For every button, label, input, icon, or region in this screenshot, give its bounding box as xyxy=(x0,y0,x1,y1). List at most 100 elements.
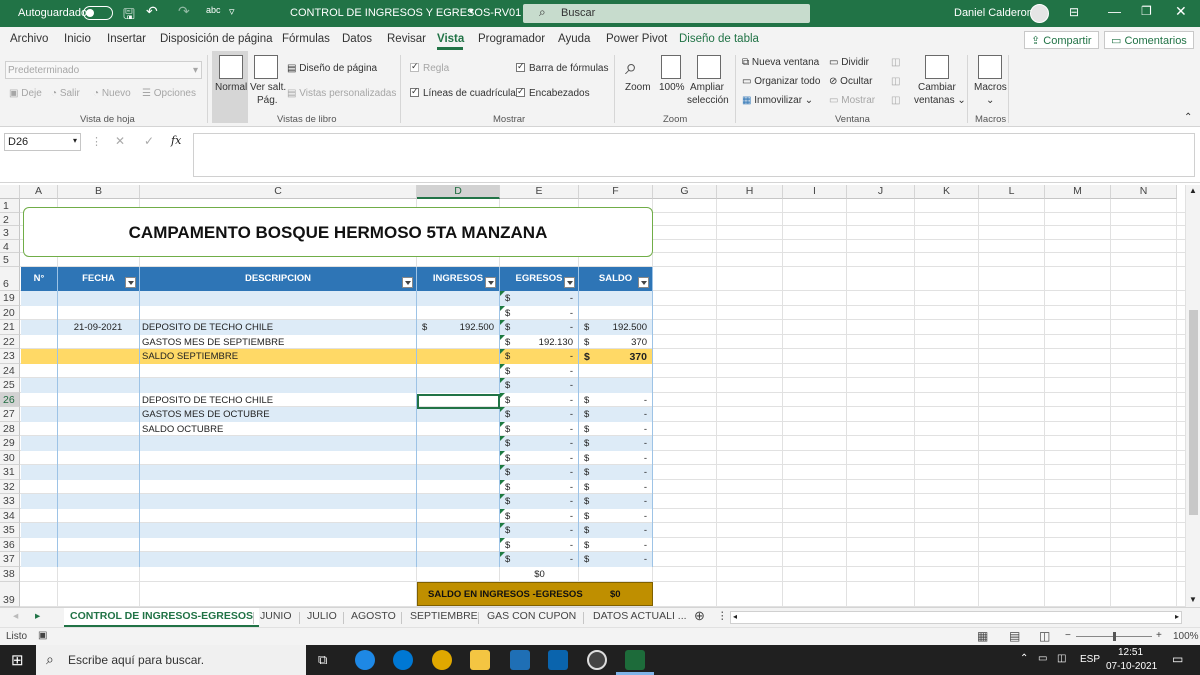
cell-ing[interactable] xyxy=(417,305,500,320)
cell-desc[interactable] xyxy=(140,465,417,480)
row-header-27[interactable]: 27 xyxy=(0,407,20,422)
row-header-3[interactable]: 3 xyxy=(0,226,20,240)
minimize-icon[interactable]: — xyxy=(1108,4,1121,19)
column-header-j[interactable]: J xyxy=(847,185,915,199)
scroll-left-icon[interactable]: ◂ xyxy=(733,612,737,621)
cell-fecha[interactable] xyxy=(58,494,140,509)
header-ingresos[interactable]: INGRESOS xyxy=(417,267,500,291)
clock-time[interactable]: 12:51 xyxy=(1118,647,1143,658)
cell-sal[interactable] xyxy=(579,363,653,378)
scroll-up-icon[interactable]: ▲ xyxy=(1189,186,1197,195)
new-view-button[interactable]: ◔ Nuevo xyxy=(93,88,131,99)
cell-desc[interactable] xyxy=(140,494,417,509)
cell-fecha[interactable] xyxy=(58,436,140,451)
cell-eg[interactable]: $ - xyxy=(500,465,579,480)
app-icon-1[interactable] xyxy=(355,650,375,670)
row-header-21[interactable]: 21 xyxy=(0,320,20,335)
cell-no[interactable] xyxy=(21,508,58,523)
tab-scroll-left-icon[interactable]: ◂ xyxy=(13,610,18,622)
restore-icon[interactable]: ❐ xyxy=(1141,4,1152,18)
column-header-c[interactable]: C xyxy=(140,185,417,199)
vertical-scrollbar[interactable]: ▲ ▼ xyxy=(1185,185,1200,607)
save-icon[interactable]: 🖫 xyxy=(123,4,135,28)
total-egresos-cell[interactable]: $0 xyxy=(500,568,579,582)
row-header-25[interactable]: 25 xyxy=(0,378,20,393)
cell-no[interactable] xyxy=(21,334,58,349)
cell-sal[interactable]: $ - xyxy=(579,508,653,523)
cell-sal[interactable] xyxy=(579,291,653,306)
cell-eg[interactable]: $ - xyxy=(500,392,579,407)
cell-eg[interactable]: $ - xyxy=(500,320,579,335)
column-header-d[interactable]: D xyxy=(417,185,500,199)
title-dropdown-icon[interactable]: ▾ xyxy=(469,6,474,17)
page-layout-status-icon[interactable]: ▤ xyxy=(1009,629,1020,643)
horizontal-scrollbar[interactable]: ◂ ▸ xyxy=(730,611,1182,624)
chevron-down-icon[interactable]: ⌄ xyxy=(986,95,994,106)
document-title[interactable]: CONTROL DE INGRESOS Y EGRESOS-RV01 xyxy=(290,7,521,19)
row-header-22[interactable]: 22 xyxy=(0,334,20,349)
comments-button[interactable]: ▭ Comentarios xyxy=(1104,31,1194,49)
cell-sal[interactable]: $370 xyxy=(579,349,653,364)
tab-scroll-right-icon[interactable]: ▸ xyxy=(35,610,40,622)
cell-sal[interactable] xyxy=(579,378,653,393)
cell-no[interactable] xyxy=(21,320,58,335)
row-header-38[interactable]: 38 xyxy=(0,566,20,582)
row-header-19[interactable]: 19 xyxy=(0,291,20,306)
redo-icon[interactable]: ↷ xyxy=(178,3,190,20)
normal-view-status-icon[interactable]: ▦ xyxy=(977,629,988,643)
row-header-20[interactable]: 20 xyxy=(0,305,20,320)
cell-no[interactable] xyxy=(21,421,58,436)
spreadsheet-grid[interactable]: ABCDEFGHIJKLMN 1 2 3 4 5 6 19 20 21 22 23 24 25 26 27 2… xyxy=(0,185,1185,607)
zoom-slider-thumb[interactable] xyxy=(1113,632,1116,641)
cell-no[interactable] xyxy=(21,537,58,552)
scroll-down-icon[interactable]: ▼ xyxy=(1189,595,1197,604)
cell-no[interactable] xyxy=(21,494,58,509)
cell-fecha[interactable] xyxy=(58,465,140,480)
cancel-icon[interactable]: ✕ xyxy=(115,134,125,148)
chrome-icon[interactable] xyxy=(432,650,452,670)
menu-ayuda[interactable]: Ayuda xyxy=(558,33,590,45)
clock-date[interactable]: 07-10-2021 xyxy=(1106,661,1157,672)
column-header-f[interactable]: F xyxy=(579,185,653,199)
menu-power-pivot[interactable]: Power Pivot xyxy=(606,33,667,45)
arrange-all-button[interactable]: ▭ Organizar todo xyxy=(742,76,820,87)
zoom-button[interactable]: Zoom xyxy=(625,82,651,93)
cell-desc[interactable] xyxy=(140,305,417,320)
cell-desc[interactable] xyxy=(140,436,417,451)
ruler-checkbox[interactable]: Regla xyxy=(410,61,449,74)
cell-eg[interactable]: $ - xyxy=(500,291,579,306)
column-header-g[interactable]: G xyxy=(653,185,717,199)
cell-sal[interactable]: $ - xyxy=(579,552,653,567)
media-icon[interactable] xyxy=(587,650,607,670)
sheet-title-shape[interactable]: CAMPAMENTO BOSQUE HERMOSO 5TA MANZANA xyxy=(23,207,653,257)
row-header-23[interactable]: 23 xyxy=(0,349,20,364)
more-tabs-icon[interactable]: ⋮ xyxy=(717,610,728,622)
cell-sal[interactable]: $ - xyxy=(579,537,653,552)
battery-icon[interactable]: ▭ xyxy=(1038,653,1047,664)
formula-input[interactable] xyxy=(193,133,1195,177)
cell-sal[interactable]: $ - xyxy=(579,465,653,480)
cell-desc[interactable] xyxy=(140,363,417,378)
row-header-2[interactable]: 2 xyxy=(0,213,20,226)
split-button[interactable]: ▭ Dividir xyxy=(829,57,869,68)
language-indicator[interactable]: ESP xyxy=(1080,654,1100,665)
row-header-31[interactable]: 31 xyxy=(0,465,20,480)
cell-eg[interactable]: $192.130 xyxy=(500,334,579,349)
cell-ing[interactable] xyxy=(417,479,500,494)
cell-sal[interactable]: $ - xyxy=(579,450,653,465)
filter-dropdown-icon[interactable] xyxy=(638,277,649,288)
sheet-view-dropdown[interactable]: Predeterminado ▾ xyxy=(5,61,202,79)
row-header-30[interactable]: 30 xyxy=(0,450,20,465)
column-header-b[interactable]: B xyxy=(58,185,140,199)
header-saldo[interactable]: SALDO xyxy=(579,267,653,291)
cell-no[interactable] xyxy=(21,305,58,320)
cell-eg[interactable]: $ - xyxy=(500,436,579,451)
cell-sal[interactable]: $ - xyxy=(579,407,653,422)
switch-windows-button[interactable]: Cambiar xyxy=(918,82,956,93)
view-side-by-side-icon[interactable]: ◫ xyxy=(891,57,900,68)
cell-no[interactable] xyxy=(21,378,58,393)
cell-sal[interactable]: $ - xyxy=(579,436,653,451)
cell-fecha[interactable]: 21-09-2021 xyxy=(58,320,140,335)
enter-icon[interactable]: ✓ xyxy=(144,134,154,148)
cell-desc[interactable] xyxy=(140,291,417,306)
